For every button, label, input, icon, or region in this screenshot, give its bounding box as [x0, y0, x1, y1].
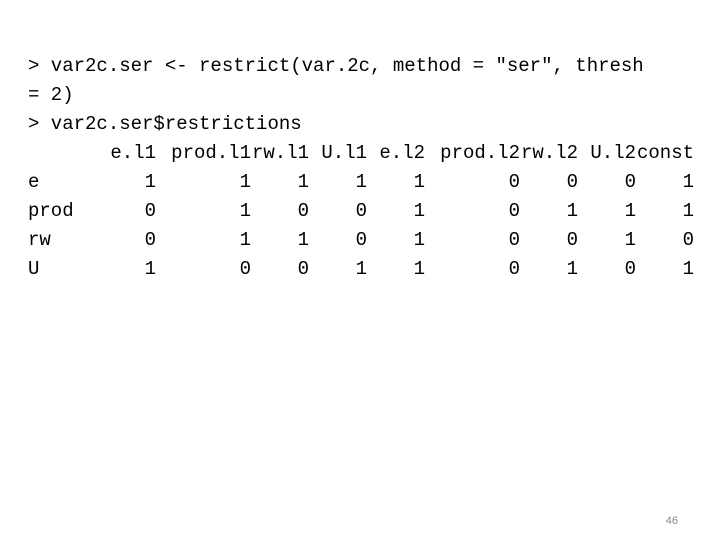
table-cell: 0 [355, 229, 367, 251]
table-cell: 1 [355, 258, 367, 280]
table-cell: 0 [566, 171, 578, 193]
table-header-row: e.l1 prod.l1 rw.l1 U.l1 e.l2 prod.l2 rw.… [28, 139, 694, 168]
table-cell: 0 [508, 229, 520, 251]
table-cell: 0 [566, 229, 578, 251]
column-header-rw-l2: rw.l2 [520, 142, 578, 164]
slide-canvas: > var2c.ser <- restrict(var.2c, method =… [0, 0, 720, 540]
table-row: U 1 0 0 1 1 0 1 0 1 [28, 255, 694, 284]
table-cell: 1 [413, 229, 425, 251]
table-cell: 1 [413, 200, 425, 222]
table-row: prod 0 1 0 0 1 0 1 1 1 [28, 197, 694, 226]
row-label-prod: prod [28, 200, 74, 222]
table-cell: 0 [682, 229, 694, 251]
table-cell: 0 [297, 258, 309, 280]
table-cell: 0 [355, 200, 367, 222]
table-corner-cell [28, 139, 98, 168]
table-cell: 0 [508, 200, 520, 222]
table-row: rw 0 1 1 0 1 0 0 1 0 [28, 226, 694, 255]
table-cell: 1 [566, 200, 578, 222]
table-cell: 0 [144, 200, 156, 222]
r-console-output: > var2c.ser <- restrict(var.2c, method =… [28, 52, 700, 284]
table-cell: 1 [682, 171, 694, 193]
column-header-u-l1: U.l1 [321, 142, 367, 164]
console-line: > var2c.ser <- restrict(var.2c, method =… [28, 55, 644, 77]
table-cell: 0 [624, 171, 636, 193]
table-cell: 1 [355, 171, 367, 193]
table-cell: 1 [239, 200, 251, 222]
table-cell: 1 [239, 171, 251, 193]
table-cell: 0 [508, 171, 520, 193]
row-label-rw: rw [28, 229, 51, 251]
table-cell: 0 [624, 258, 636, 280]
table-row: e 1 1 1 1 1 0 0 0 1 [28, 168, 694, 197]
table-body: e 1 1 1 1 1 0 0 0 1 prod 0 1 0 0 1 0 1 1… [28, 168, 694, 284]
row-label-e: e [28, 171, 40, 193]
column-header-e-l1: e.l1 [110, 142, 156, 164]
console-line: > var2c.ser$restrictions [28, 113, 302, 135]
console-line: = 2) [28, 84, 74, 106]
restrictions-matrix-table: e.l1 prod.l1 rw.l1 U.l1 e.l2 prod.l2 rw.… [28, 139, 694, 284]
page-number: 46 [665, 515, 678, 527]
column-header-prod-l1: prod.l1 [171, 142, 251, 164]
table-cell: 1 [566, 258, 578, 280]
table-cell: 1 [682, 258, 694, 280]
table-cell: 1 [413, 258, 425, 280]
table-cell: 0 [508, 258, 520, 280]
table-header: e.l1 prod.l1 rw.l1 U.l1 e.l2 prod.l2 rw.… [28, 139, 694, 168]
console-command-lines: > var2c.ser <- restrict(var.2c, method =… [28, 52, 700, 139]
table-cell: 1 [682, 200, 694, 222]
column-header-rw-l1: rw.l1 [251, 142, 309, 164]
table-cell: 1 [624, 200, 636, 222]
row-label-u: U [28, 258, 40, 280]
column-header-prod-l2: prod.l2 [440, 142, 520, 164]
table-cell: 1 [297, 229, 309, 251]
column-header-const: const [636, 142, 694, 164]
table-cell: 1 [297, 171, 309, 193]
table-cell: 0 [239, 258, 251, 280]
column-header-u-l2: U.l2 [590, 142, 636, 164]
table-cell: 1 [144, 171, 156, 193]
column-header-e-l2: e.l2 [379, 142, 425, 164]
table-cell: 1 [239, 229, 251, 251]
table-cell: 1 [144, 258, 156, 280]
table-cell: 1 [413, 171, 425, 193]
table-cell: 0 [297, 200, 309, 222]
table-cell: 0 [144, 229, 156, 251]
table-cell: 1 [624, 229, 636, 251]
